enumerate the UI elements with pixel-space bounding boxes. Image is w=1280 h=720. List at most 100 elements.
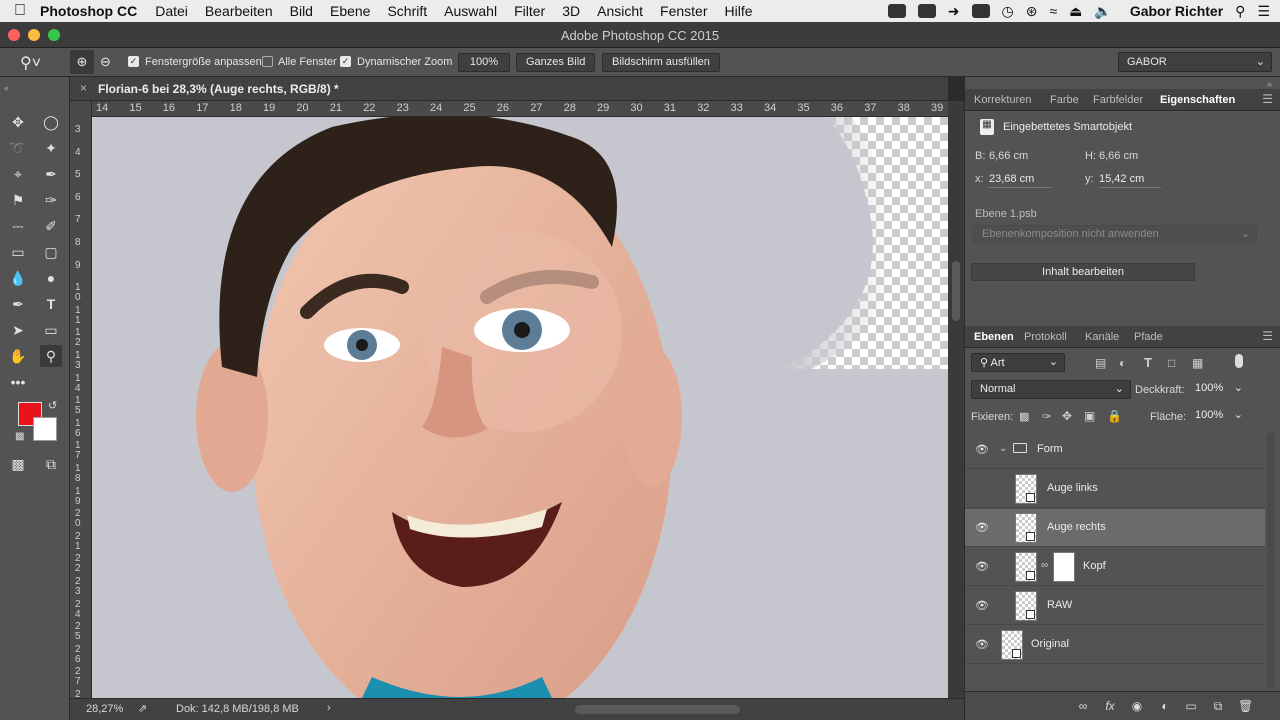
filter-smart-objects-icon[interactable]: ▦ bbox=[1192, 356, 1203, 370]
hand-tool-icon[interactable]: ✋ bbox=[7, 345, 29, 367]
x-position-field[interactable]: 23,68 cm bbox=[989, 173, 1051, 188]
filter-shape-layers-icon[interactable]: □ bbox=[1168, 356, 1175, 370]
tab-eigenschaften[interactable]: Eigenschaften bbox=[1160, 94, 1235, 106]
filter-toggle-icon[interactable] bbox=[1235, 354, 1243, 368]
horizontal-scrollbar[interactable] bbox=[575, 705, 740, 714]
background-color-swatch[interactable] bbox=[33, 417, 57, 441]
zoom-tool-preset-icon[interactable]: ⚲˅ bbox=[20, 53, 41, 73]
layer-style-fx-icon[interactable]: fx bbox=[1103, 699, 1117, 713]
zoom-out-mode-icon[interactable]: ⊖ bbox=[100, 54, 111, 70]
share-icon[interactable]: ⇗ bbox=[138, 702, 147, 715]
healing-brush-tool-icon[interactable]: ⚑ bbox=[7, 189, 29, 211]
blur-tool-icon[interactable]: 💧 bbox=[7, 267, 29, 289]
crop-tool-icon[interactable]: ⌖ bbox=[7, 163, 29, 185]
menu-ansicht[interactable]: Ansicht bbox=[597, 3, 643, 19]
layer-name[interactable]: Auge links bbox=[1047, 482, 1098, 494]
user-name[interactable]: Gabor Richter bbox=[1130, 3, 1223, 19]
time-machine-icon[interactable]: ◷ bbox=[1002, 3, 1014, 20]
layer-row-kopf[interactable]: 👁 ∞ Kopf bbox=[965, 548, 1265, 586]
menu-datei[interactable]: Datei bbox=[155, 3, 188, 19]
panel-menu-icon[interactable]: ☰ bbox=[1262, 92, 1273, 106]
filter-type-layers-icon[interactable]: T bbox=[1144, 355, 1152, 370]
layers-scrollbar[interactable] bbox=[1267, 433, 1275, 688]
vertical-ruler[interactable]: 3 4 5 6 7 8 9 1 01 11 21 31 41 51 61 71 81 92 0… bbox=[70, 101, 92, 710]
fill-field[interactable]: 100% ⌄ bbox=[1187, 407, 1245, 426]
y-position-field[interactable]: 15,42 cm bbox=[1099, 173, 1161, 188]
mask-link-icon[interactable]: ∞ bbox=[1041, 560, 1048, 571]
layer-row-auge-links[interactable]: Auge links bbox=[965, 470, 1265, 508]
layer-name[interactable]: RAW bbox=[1047, 599, 1072, 611]
document-tab[interactable]: × Florian-6 bei 28,3% (Auge rechts, RGB/… bbox=[70, 77, 948, 101]
new-group-icon[interactable]: ▭ bbox=[1184, 699, 1198, 713]
volume-icon[interactable]: 🔈 bbox=[1094, 3, 1111, 20]
default-colors-icon[interactable]: ▩ bbox=[15, 431, 24, 442]
quick-selection-tool-icon[interactable]: ✦ bbox=[40, 137, 62, 159]
wifi-icon[interactable]: ≈ bbox=[1049, 3, 1057, 19]
app-menu[interactable]: Photoshop CC bbox=[40, 3, 137, 19]
eraser-tool-icon[interactable]: ▭ bbox=[7, 241, 29, 263]
swap-colors-icon[interactable]: ↺ bbox=[48, 399, 57, 412]
new-layer-icon[interactable]: ⧉ bbox=[1211, 699, 1225, 713]
menu-3d[interactable]: 3D bbox=[562, 3, 580, 19]
layer-mask-thumbnail[interactable] bbox=[1053, 552, 1075, 582]
add-layer-mask-icon[interactable]: ◉ bbox=[1130, 699, 1144, 713]
clone-stamp-tool-icon[interactable]: ⎓ bbox=[7, 215, 29, 237]
collapse-panel-icon[interactable]: « bbox=[4, 83, 9, 93]
filter-adjustment-layers-icon[interactable]: ◐ bbox=[1119, 356, 1126, 370]
menu-filter[interactable]: Filter bbox=[514, 3, 545, 19]
layer-row-auge-rechts[interactable]: 👁 Auge rechts bbox=[965, 509, 1265, 547]
workspace-select[interactable]: GABOR ⌄ bbox=[1118, 52, 1272, 72]
lock-all-icon[interactable]: 🔒 bbox=[1107, 409, 1122, 423]
height-value[interactable]: 6,66 cm bbox=[1099, 150, 1138, 162]
menu-auswahl[interactable]: Auswahl bbox=[444, 3, 497, 19]
panel-menu-icon[interactable]: ☰ bbox=[1262, 329, 1273, 343]
tab-ebenen[interactable]: Ebenen bbox=[974, 331, 1014, 343]
notification-center-icon[interactable]: ☰ bbox=[1257, 3, 1270, 20]
menu-schrift[interactable]: Schrift bbox=[387, 3, 427, 19]
elliptical-marquee-tool-icon[interactable]: ◯ bbox=[40, 111, 62, 133]
tab-korrekturen[interactable]: Korrekturen bbox=[974, 94, 1031, 106]
quick-mask-icon[interactable]: ▩ bbox=[7, 453, 29, 475]
visibility-eye-icon[interactable]: 👁 bbox=[975, 638, 989, 651]
layer-row-original[interactable]: 👁 Original bbox=[965, 626, 1265, 664]
collapse-dock-icon[interactable]: » bbox=[1267, 79, 1272, 89]
status-zoom[interactable]: 28,27% bbox=[86, 703, 123, 715]
layer-name[interactable]: Auge rechts bbox=[1047, 521, 1106, 533]
menu-fenster[interactable]: Fenster bbox=[660, 3, 707, 19]
more-tools-icon[interactable]: ••• bbox=[7, 371, 29, 393]
delete-layer-trash-icon[interactable]: 🗑 bbox=[1238, 699, 1253, 713]
dodge-tool-icon[interactable]: ● bbox=[40, 267, 62, 289]
zoom-100-button[interactable]: 100% bbox=[458, 53, 510, 72]
lock-artboard-icon[interactable]: ▣ bbox=[1084, 409, 1095, 423]
width-value[interactable]: 6,66 cm bbox=[989, 150, 1028, 162]
menu-bearbeiten[interactable]: Bearbeiten bbox=[205, 3, 273, 19]
link-layers-icon[interactable]: ∞ bbox=[1076, 699, 1090, 713]
fill-screen-button[interactable]: Bildschirm ausfüllen bbox=[602, 53, 720, 72]
fit-screen-button[interactable]: Ganzes Bild bbox=[516, 53, 596, 72]
bluetooth-icon[interactable]: ⊛ bbox=[1026, 3, 1038, 20]
eyedropper-tool-icon[interactable]: ✒ bbox=[40, 163, 62, 185]
layer-row-form[interactable]: 👁 ⌄ Form bbox=[965, 431, 1265, 469]
tab-farbfelder[interactable]: Farbfelder bbox=[1093, 94, 1143, 106]
opacity-field[interactable]: 100% ⌄ bbox=[1187, 380, 1245, 399]
tray-display-icon[interactable] bbox=[971, 4, 990, 18]
pen-tool-icon[interactable]: ✒ bbox=[7, 293, 29, 315]
eject-icon[interactable]: ⏏ bbox=[1069, 3, 1082, 20]
rectangle-tool-icon[interactable]: ▭ bbox=[40, 319, 62, 341]
resize-windows-checkbox[interactable]: ✓ bbox=[128, 56, 139, 67]
layer-name[interactable]: Kopf bbox=[1083, 560, 1106, 572]
tray-app-icon[interactable] bbox=[887, 4, 906, 18]
layer-filter-kind-select[interactable]: ⚲ Art ⌄ bbox=[971, 353, 1065, 372]
layer-name[interactable]: Form bbox=[1037, 443, 1063, 455]
lock-pixels-icon[interactable]: ✑ bbox=[1042, 410, 1051, 423]
layer-row-raw[interactable]: 👁 RAW bbox=[965, 587, 1265, 625]
type-tool-icon[interactable]: T bbox=[40, 293, 62, 315]
screen-mode-icon[interactable]: ⧉ bbox=[40, 453, 62, 475]
chevron-down-icon[interactable]: ⌄ bbox=[999, 443, 1007, 454]
menu-ebene[interactable]: Ebene bbox=[330, 3, 370, 19]
gradient-tool-icon[interactable]: ▢ bbox=[40, 241, 62, 263]
history-brush-tool-icon[interactable]: ✐ bbox=[40, 215, 62, 237]
close-document-icon[interactable]: × bbox=[80, 81, 87, 95]
zoom-tool-icon[interactable]: ⚲ bbox=[40, 345, 62, 367]
spotlight-search-icon[interactable]: ⚲ bbox=[1235, 3, 1245, 20]
